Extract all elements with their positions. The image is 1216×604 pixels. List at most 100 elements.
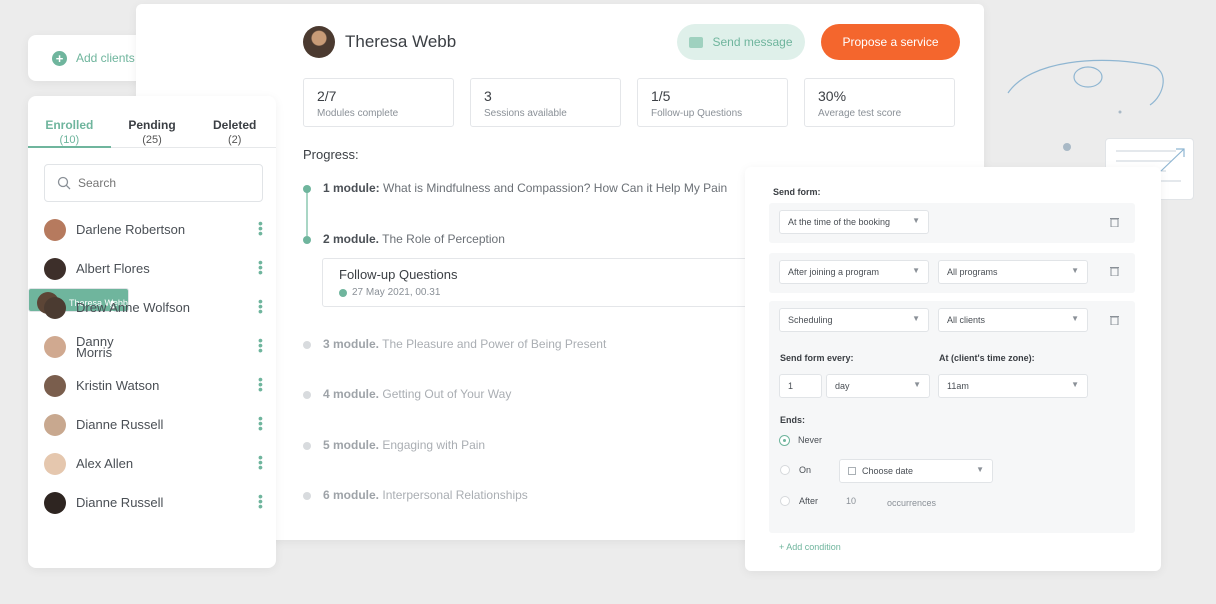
chevron-down-icon: ▼ bbox=[976, 465, 984, 474]
trash-icon[interactable] bbox=[1110, 217, 1119, 227]
module-title: The Role of Perception bbox=[382, 232, 505, 246]
module-title: Engaging with Pain bbox=[382, 438, 486, 452]
more-options-icon[interactable]: • • • bbox=[258, 216, 263, 240]
ends-never-radio[interactable]: Never bbox=[780, 435, 822, 445]
followup-date: 27 May 2021, 00.31 bbox=[352, 287, 441, 298]
pending-dot-icon bbox=[303, 492, 311, 500]
client-row[interactable]: Darlene Robertson • • • bbox=[28, 210, 276, 249]
module-number: 4 module. bbox=[323, 387, 380, 401]
occurrences-number-input[interactable]: 10 bbox=[846, 496, 856, 506]
module-number: 1 module: bbox=[323, 181, 380, 195]
tab-pending[interactable]: Pending (25) bbox=[111, 96, 194, 147]
client-row-name: Kristin Watson bbox=[76, 378, 160, 393]
module-title: Interpersonal Relationships bbox=[382, 488, 528, 502]
avatar bbox=[44, 335, 66, 358]
module-item[interactable]: 3 module. The Pleasure and Power of Bein… bbox=[303, 337, 606, 351]
module-title: What is Mindfulness and Compassion? How … bbox=[383, 181, 728, 195]
stat-label: Follow-up Questions bbox=[651, 108, 743, 119]
module-item[interactable]: 5 module. Engaging with Pain bbox=[303, 438, 485, 452]
trigger-select[interactable]: At the time of the booking ▼ bbox=[779, 210, 929, 234]
tab-deleted[interactable]: Deleted (2) bbox=[193, 96, 276, 147]
chevron-down-icon: ▼ bbox=[912, 266, 920, 275]
client-list-card: Enrolled (10) Pending (25) Deleted (2) D… bbox=[28, 96, 276, 568]
pending-dot-icon bbox=[303, 341, 311, 349]
interval-unit-select[interactable]: day ▼ bbox=[826, 374, 930, 398]
plus-icon: + bbox=[52, 50, 67, 66]
client-row-name: Dianne Russell bbox=[76, 495, 164, 510]
client-row-name: Darlene Robertson bbox=[76, 222, 186, 237]
more-options-icon[interactable]: • • • bbox=[258, 489, 263, 513]
tab-label: Pending bbox=[128, 118, 176, 132]
ends-on-radio[interactable]: On bbox=[780, 465, 811, 475]
stat-value: 2/7 bbox=[317, 88, 337, 104]
trash-icon[interactable] bbox=[1110, 315, 1119, 325]
stat-modules: 2/7 Modules complete bbox=[303, 78, 454, 127]
choose-date-select[interactable]: Choose date ▼ bbox=[839, 459, 993, 483]
client-row[interactable]: Alex Allen • • • bbox=[28, 444, 276, 483]
avatar bbox=[44, 374, 66, 397]
trigger-select[interactable]: Scheduling ▼ bbox=[779, 308, 929, 332]
radio-icon bbox=[780, 496, 790, 506]
select-value: All programs bbox=[947, 267, 998, 277]
search-input[interactable] bbox=[78, 176, 248, 190]
select-value: day bbox=[835, 381, 850, 391]
client-row[interactable]: Drew Anne Wolfson • • • bbox=[28, 288, 276, 327]
more-options-icon[interactable]: • • • bbox=[258, 255, 263, 279]
check-icon bbox=[339, 288, 347, 297]
tab-count: (25) bbox=[142, 134, 162, 146]
radio-label: Never bbox=[798, 435, 823, 445]
trigger-select[interactable]: After joining a program ▼ bbox=[779, 260, 929, 284]
select-value: All clients bbox=[947, 315, 986, 325]
ends-after-radio[interactable]: After bbox=[780, 496, 818, 506]
more-options-icon[interactable]: • • • bbox=[258, 450, 263, 474]
chevron-down-icon: ▼ bbox=[1071, 266, 1079, 275]
more-options-icon[interactable]: • • • bbox=[258, 333, 263, 357]
search-icon bbox=[57, 176, 71, 190]
pending-dot-icon bbox=[303, 391, 311, 399]
avatar bbox=[44, 257, 66, 280]
trash-icon[interactable] bbox=[1110, 266, 1119, 276]
interval-number-input[interactable]: 1 bbox=[779, 374, 822, 398]
chevron-down-icon: ▼ bbox=[913, 380, 921, 389]
client-list: Darlene Robertson • • • Albert Flores • • • … bbox=[28, 210, 276, 522]
more-options-icon[interactable]: • • • bbox=[258, 294, 263, 318]
scope-select[interactable]: All programs ▼ bbox=[938, 260, 1088, 284]
time-select[interactable]: 11am ▼ bbox=[938, 374, 1088, 398]
followup-questions-item[interactable]: Follow-up Questions 27 May 2021, 00.31 bbox=[322, 258, 752, 307]
condition-group: Scheduling ▼ All clients ▼ Send form every… bbox=[769, 301, 1135, 533]
client-row-name: Alex Allen bbox=[76, 456, 134, 471]
client-row[interactable]: Albert Flores • • • bbox=[28, 249, 276, 288]
add-clients-label: Add clients bbox=[76, 51, 135, 65]
module-item[interactable]: 6 module. Interpersonal Relationships bbox=[303, 488, 528, 502]
avatar bbox=[44, 452, 66, 475]
avatar bbox=[44, 296, 66, 319]
tab-enrolled[interactable]: Enrolled (10) bbox=[28, 96, 111, 148]
send-message-button[interactable]: Send message bbox=[677, 24, 805, 60]
radio-label: After bbox=[799, 496, 819, 506]
send-form-title: Send form: bbox=[773, 187, 821, 197]
avatar bbox=[303, 26, 335, 58]
client-row[interactable]: Dianne Russell • • • bbox=[28, 483, 276, 522]
module-item[interactable]: 2 module. The Role of Perception bbox=[303, 232, 505, 246]
client-row-name: Drew Anne Wolfson bbox=[76, 300, 190, 315]
client-row[interactable]: Kristin Watson • • • bbox=[28, 366, 276, 405]
propose-service-button[interactable]: Propose a service bbox=[821, 24, 960, 60]
chevron-down-icon: ▼ bbox=[1071, 314, 1079, 323]
more-options-icon[interactable]: • • • bbox=[258, 372, 263, 396]
scope-select[interactable]: All clients ▼ bbox=[938, 308, 1088, 332]
add-condition-button[interactable]: + Add condition bbox=[779, 542, 841, 552]
module-item[interactable]: 4 module. Getting Out of Your Way bbox=[303, 387, 511, 401]
tab-label: Enrolled bbox=[45, 118, 94, 132]
module-number: 6 module. bbox=[323, 488, 380, 502]
send-message-label: Send message bbox=[712, 35, 793, 49]
module-item[interactable]: 1 module: What is Mindfulness and Compas… bbox=[303, 181, 727, 195]
more-options-icon[interactable]: • • • bbox=[258, 411, 263, 435]
client-row[interactable]: Danny Morris • • • bbox=[28, 327, 276, 366]
client-row-name: Dianne Russell bbox=[76, 417, 164, 432]
check-icon bbox=[303, 185, 311, 193]
add-condition-label: Add condition bbox=[786, 542, 841, 552]
client-row[interactable]: Dianne Russell • • • bbox=[28, 405, 276, 444]
radio-label: On bbox=[799, 465, 812, 475]
select-value: 11am bbox=[947, 381, 969, 391]
search-box bbox=[44, 164, 263, 202]
